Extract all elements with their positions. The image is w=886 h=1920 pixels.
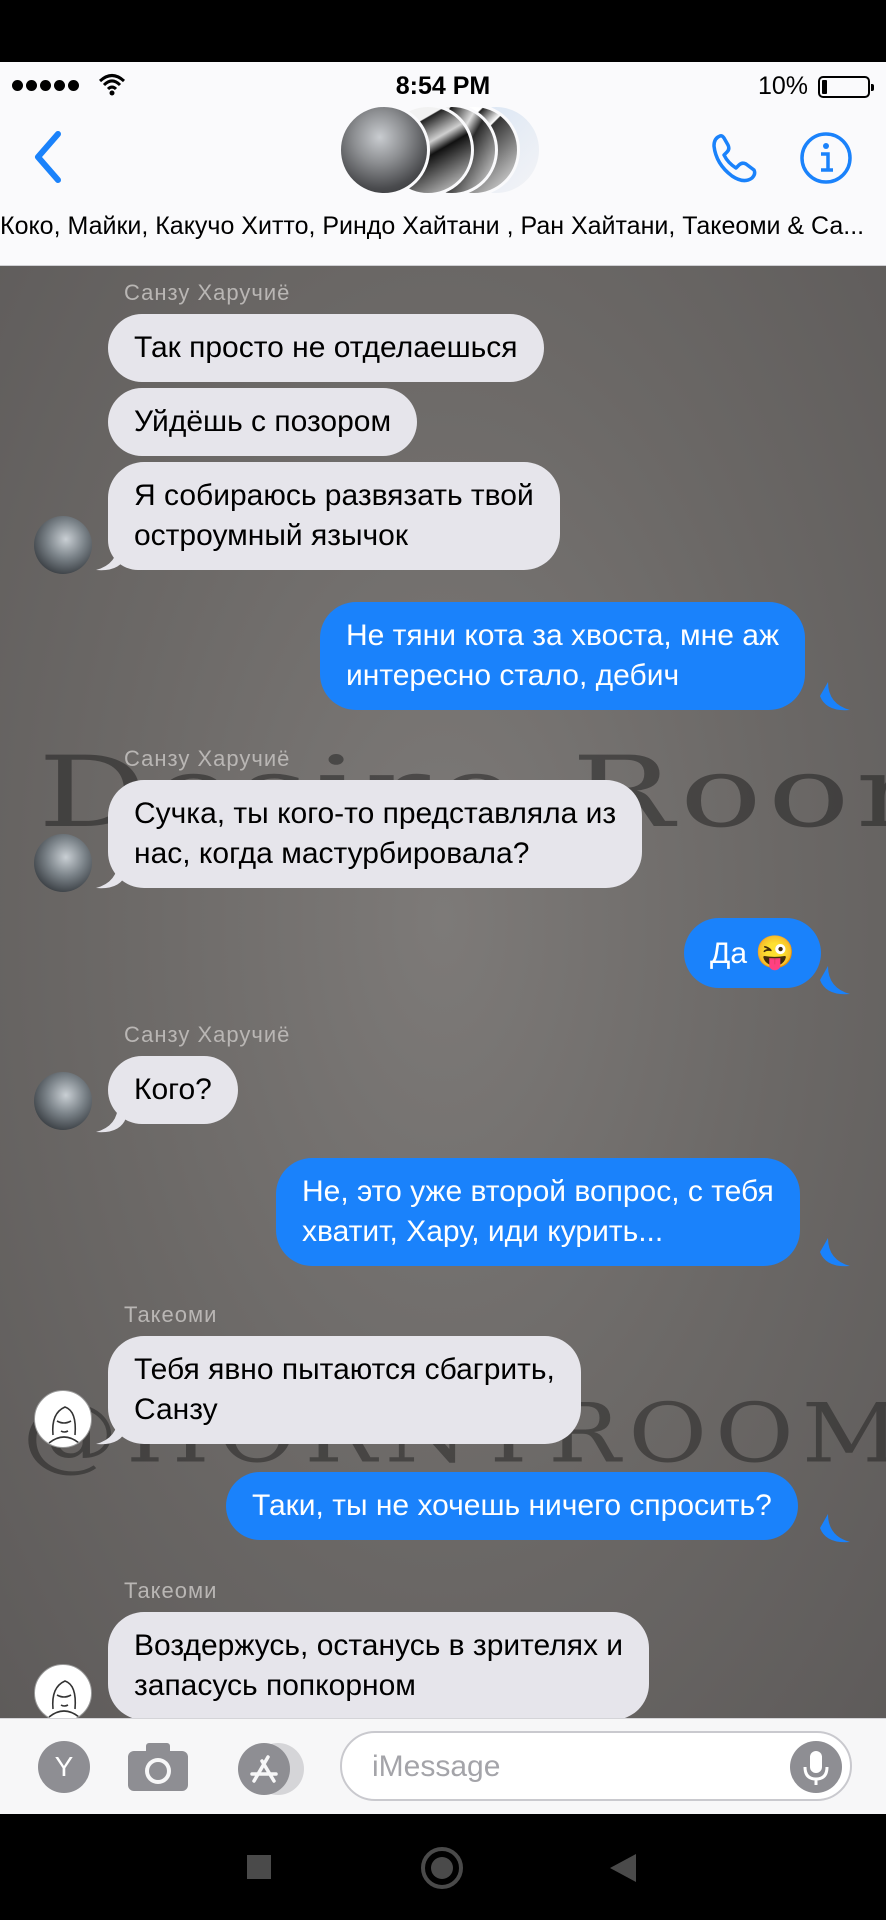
wink-tongue-emoji-icon: 😜 [755, 934, 796, 970]
outgoing-message[interactable]: Таки, ты не хочешь ничего спросить? [226, 1472, 798, 1540]
sender-name: Такеоми [124, 1578, 218, 1603]
message-list[interactable]: Desire Room @HORNYROOM Санзу Харучиё Так… [0, 266, 886, 1718]
incoming-message[interactable]: Кого? [108, 1056, 238, 1124]
chat-header: 8:54 PM 10% Коко, Майки, Какучо Хитто, Р… [0, 62, 886, 266]
message-text-line: Воздержусь, останусь в зрителях и [134, 1629, 624, 1662]
sketch-portrait-icon [48, 1406, 80, 1444]
avatar-sanzu[interactable] [34, 516, 92, 574]
bubble-tail [96, 1416, 126, 1445]
incoming-message[interactable]: Воздержусь, останусь в зрителях и запасу… [108, 1612, 650, 1718]
incoming-message[interactable]: Тебя явно пытаются сбагрить, Санзу [108, 1336, 581, 1444]
phone-icon[interactable] [706, 130, 762, 186]
message-text-line: Не, это уже второй вопрос, с тебя [302, 1175, 774, 1208]
message-text-line: Тебя явно пытаются сбагрить, [134, 1353, 555, 1386]
message-text-line: остроумный язычок [134, 519, 408, 552]
message-text-line: хватит, Хару, иди курить... [302, 1215, 664, 1248]
microphone-button[interactable] [790, 1741, 842, 1793]
bubble-tail [96, 542, 126, 571]
incoming-message[interactable]: Сучка, ты кого-то представляла из нас, к… [108, 780, 643, 888]
message-text-line: Санзу [134, 1393, 218, 1426]
nav-square-icon[interactable] [246, 1854, 272, 1880]
battery-icon [818, 76, 874, 98]
system-navigation-bar [0, 1814, 886, 1920]
group-avatar [338, 104, 430, 196]
bubble-tail [820, 966, 850, 995]
composer-bar: Y [0, 1718, 886, 1814]
message-text: Кого? [134, 1073, 212, 1106]
outgoing-message[interactable]: Не тяни кота за хвоста, мне аж интересно… [320, 602, 806, 710]
message-text-line: Не тяни кота за хвоста, мне аж [346, 619, 780, 652]
app-store-icon[interactable] [230, 1741, 310, 1797]
battery-percent: 10% [757, 72, 808, 100]
message-text-line: запасусь попкорном [134, 1669, 416, 1702]
outgoing-message[interactable]: Не, это уже второй вопрос, с тебя хватит… [276, 1158, 800, 1266]
camera-icon[interactable] [126, 1741, 190, 1793]
microphone-icon [803, 1751, 829, 1785]
incoming-message[interactable]: Уйдёшь с позором [108, 388, 418, 456]
message-input[interactable] [372, 1745, 772, 1789]
message-text: Уйдёшь с позором [134, 405, 392, 438]
incoming-message[interactable]: Так просто не отделаешься [108, 314, 544, 382]
nav-back-icon[interactable] [608, 1852, 638, 1884]
avatar-takeomi[interactable] [34, 1390, 92, 1448]
message-text-line: Сучка, ты кого-то представляла из [134, 797, 617, 830]
bubble-tail [820, 1514, 850, 1543]
sender-name: Санзу Харучиё [124, 280, 291, 305]
top-black-bar [0, 0, 886, 62]
app-shortcut-button[interactable]: Y [38, 1741, 90, 1793]
message-text-line: нас, когда мастурбировала? [134, 837, 530, 870]
bubble-tail [96, 860, 126, 889]
group-avatars[interactable] [338, 104, 548, 204]
sender-name: Такеоми [124, 1302, 218, 1327]
back-chevron-icon[interactable] [28, 122, 68, 192]
bubble-tail [820, 1238, 850, 1267]
message-text: Да [710, 937, 748, 970]
nav-circle-icon[interactable] [420, 1846, 464, 1890]
sketch-portrait-icon [48, 1680, 80, 1718]
sender-name: Санзу Харучиё [124, 746, 291, 771]
status-bar: 8:54 PM 10% [0, 68, 886, 104]
message-text: Так просто не отделаешься [134, 331, 518, 364]
incoming-message[interactable]: Я собираюсь развязать твой остроумный яз… [108, 462, 560, 570]
message-text-line: интересно стало, дебич [346, 659, 680, 692]
avatar-sanzu[interactable] [34, 834, 92, 892]
message-text: Таки, ты не хочешь ничего спросить? [252, 1489, 772, 1522]
avatar-takeomi[interactable] [34, 1664, 92, 1718]
sender-name: Санзу Харучиё [124, 1022, 291, 1047]
info-icon[interactable] [798, 130, 854, 186]
status-time: 8:54 PM [395, 72, 491, 100]
message-input-box[interactable] [340, 1731, 852, 1801]
avatar-sanzu[interactable] [34, 1072, 92, 1130]
outgoing-message[interactable]: Да 😜 [684, 918, 822, 988]
bubble-tail [820, 682, 850, 711]
bubble-tail [96, 1104, 126, 1133]
message-text-line: Я собираюсь развязать твой [134, 479, 534, 512]
group-names[interactable]: Коко, Майки, Какучо Хитто, Риндо Хайтани… [0, 212, 886, 241]
